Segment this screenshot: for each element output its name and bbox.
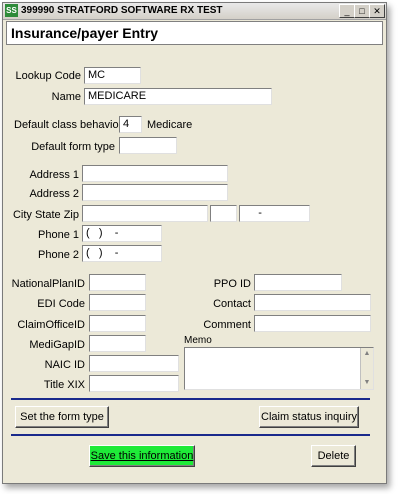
state-input[interactable] bbox=[210, 205, 237, 222]
claim-status-inquiry-button[interactable]: Claim status inquiry bbox=[259, 406, 359, 428]
zip-input[interactable]: - bbox=[239, 205, 310, 222]
naic-id-label: NAIC ID bbox=[44, 359, 85, 371]
default-class-behavior-description: Medicare bbox=[147, 119, 193, 131]
edi-code-input[interactable] bbox=[89, 294, 146, 311]
claim-status-inquiry-label: Claim status inquiry bbox=[261, 411, 357, 423]
address1-label: Address 1 bbox=[29, 169, 79, 181]
lookup-code-input[interactable]: MC bbox=[84, 67, 141, 84]
delete-button[interactable]: Delete bbox=[311, 445, 356, 467]
city-input[interactable] bbox=[82, 205, 208, 222]
medigap-id-label: MediGapID bbox=[29, 339, 85, 351]
memo-textarea[interactable]: ▲ ▼ bbox=[184, 347, 374, 390]
claim-office-id-label: ClaimOfficeID bbox=[17, 319, 85, 331]
memo-scrollbar[interactable]: ▲ ▼ bbox=[360, 348, 373, 389]
name-label: Name bbox=[51, 91, 81, 103]
ppo-id-label: PPO ID bbox=[213, 278, 251, 290]
phone2-label: Phone 2 bbox=[38, 249, 79, 261]
medigap-id-input[interactable] bbox=[89, 335, 146, 352]
contact-input[interactable] bbox=[254, 294, 371, 311]
header-panel: Insurance/payer Entry bbox=[6, 21, 383, 45]
claim-office-id-input[interactable] bbox=[89, 315, 146, 332]
address1-input[interactable] bbox=[82, 165, 228, 182]
set-form-type-button[interactable]: Set the form type bbox=[15, 406, 109, 428]
naic-id-input[interactable] bbox=[89, 355, 179, 372]
title-bar[interactable]: SS 399990 STRATFORD SOFTWARE RX TEST _ □… bbox=[3, 3, 386, 20]
title-xix-input[interactable] bbox=[89, 375, 179, 392]
comment-input[interactable] bbox=[254, 315, 371, 332]
title-xix-label: Title XIX bbox=[43, 379, 85, 391]
name-input[interactable]: MEDICARE bbox=[84, 88, 272, 105]
address2-label: Address 2 bbox=[29, 188, 79, 200]
divider-top bbox=[11, 398, 370, 400]
national-plan-id-input[interactable] bbox=[89, 274, 146, 291]
save-button-label: Save this information bbox=[90, 450, 194, 462]
app-window: SS 399990 STRATFORD SOFTWARE RX TEST _ □… bbox=[2, 2, 387, 484]
phone1-label: Phone 1 bbox=[38, 229, 79, 241]
save-button[interactable]: Save this information bbox=[89, 445, 195, 467]
ppo-id-input[interactable] bbox=[254, 274, 342, 291]
national-plan-id-label: NationalPlanID bbox=[11, 278, 85, 290]
edi-code-label: EDI Code bbox=[37, 298, 85, 310]
phone1-input[interactable]: ( ) - bbox=[82, 225, 162, 242]
minimize-button[interactable]: _ bbox=[339, 4, 355, 18]
city-state-zip-label: City State Zip bbox=[12, 209, 79, 221]
default-class-behavior-input[interactable]: 4 bbox=[119, 116, 142, 133]
address2-input[interactable] bbox=[82, 184, 228, 201]
window-title: 399990 STRATFORD SOFTWARE RX TEST bbox=[21, 5, 223, 16]
phone2-input[interactable]: ( ) - bbox=[82, 245, 162, 262]
delete-button-label: Delete bbox=[317, 450, 350, 462]
default-class-behavior-label: Default class behavior bbox=[14, 119, 123, 131]
default-form-type-input[interactable] bbox=[119, 137, 177, 154]
comment-label: Comment bbox=[203, 319, 251, 331]
scroll-up-icon[interactable]: ▲ bbox=[361, 348, 373, 360]
divider-bottom bbox=[11, 434, 370, 436]
lookup-code-label: Lookup Code bbox=[15, 70, 81, 82]
maximize-button[interactable]: □ bbox=[354, 4, 370, 18]
default-form-type-label: Default form type bbox=[31, 141, 115, 153]
app-icon: SS bbox=[5, 4, 18, 17]
page-title: Insurance/payer Entry bbox=[11, 25, 159, 41]
scroll-down-icon[interactable]: ▼ bbox=[361, 377, 373, 389]
contact-label: Contact bbox=[213, 298, 251, 310]
memo-label: Memo bbox=[184, 335, 212, 346]
close-button[interactable]: ✕ bbox=[369, 4, 385, 18]
